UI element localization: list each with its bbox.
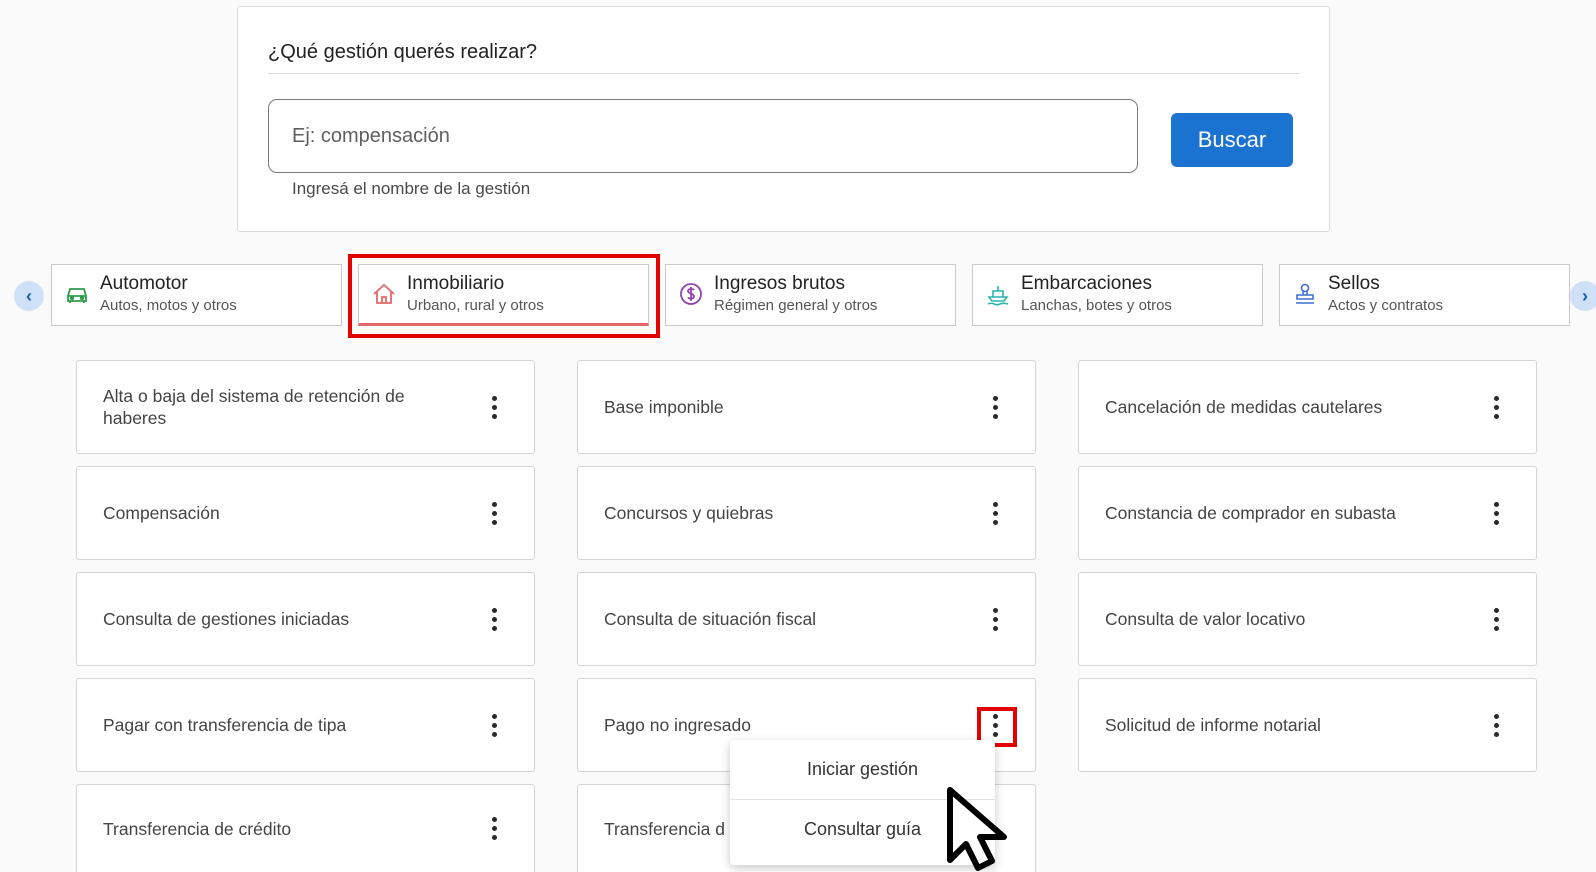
more-options-button[interactable] — [484, 392, 504, 422]
category-label: Sellos — [1328, 273, 1380, 294]
category-tab-automotor[interactable]: Automotor Autos, motos y otros — [51, 264, 342, 326]
more-options-button[interactable] — [1486, 710, 1506, 740]
gestion-card[interactable]: Concursos y quiebras — [577, 466, 1036, 560]
gestion-label: Concursos y quiebras — [604, 503, 774, 523]
more-options-button[interactable] — [985, 392, 1005, 422]
gestion-card[interactable]: Consulta de valor locativo — [1078, 572, 1537, 666]
gestion-label: Solicitud de informe notarial — [1105, 715, 1321, 735]
gestion-card[interactable]: Consulta de gestiones iniciadas — [76, 572, 535, 666]
house-icon — [373, 283, 395, 304]
category-subtitle: Actos y contratos — [1328, 297, 1444, 314]
search-input[interactable] — [268, 99, 1138, 173]
gestion-label: Consulta de situación fiscal — [604, 609, 817, 629]
more-options-button[interactable] — [484, 604, 504, 634]
gestion-card[interactable]: Compensación — [76, 466, 535, 560]
gestion-card[interactable]: Alta o baja del sistema de retención de … — [76, 360, 535, 454]
gestion-card[interactable]: Transferencia de crédito — [76, 784, 535, 872]
gestion-label: Base imponible — [604, 397, 724, 417]
gestion-label: Constancia de comprador en subasta — [1105, 503, 1396, 523]
category-tab-embarcaciones[interactable]: Embarcaciones Lanchas, botes y otros — [972, 264, 1263, 326]
more-options-button[interactable] — [1486, 604, 1506, 634]
gestion-card[interactable]: Consulta de situación fiscal — [577, 572, 1036, 666]
gestion-label: Pago no ingresado — [604, 715, 751, 735]
carousel-prev-button[interactable]: ‹ — [14, 281, 44, 311]
search-title: ¿Qué gestión querés realizar? — [268, 41, 1299, 74]
gestion-card[interactable]: Constancia de comprador en subasta — [1078, 466, 1537, 560]
category-label: Embarcaciones — [1021, 273, 1152, 294]
more-options-button[interactable] — [1486, 498, 1506, 528]
dollar-coin-icon — [680, 283, 702, 305]
category-subtitle: Régimen general y otros — [714, 297, 878, 314]
stamp-icon — [1296, 283, 1314, 304]
gestion-card[interactable]: Pagar con transferencia de tipa — [76, 678, 535, 772]
search-panel: ¿Qué gestión querés realizar? Ingresá el… — [237, 6, 1330, 232]
gestion-label: Pagar con transferencia de tipa — [103, 715, 347, 735]
more-options-button[interactable] — [484, 710, 504, 740]
category-label: Ingresos brutos — [714, 273, 845, 294]
gestion-label: Cancelación de medidas cautelares — [1105, 397, 1383, 417]
category-tab-inmobiliario[interactable]: Inmobiliario Urbano, rural y otros — [358, 264, 649, 326]
carousel-next-button[interactable]: › — [1570, 281, 1596, 311]
more-options-button[interactable] — [484, 814, 504, 844]
more-options-button[interactable] — [985, 710, 1005, 740]
category-label: Inmobiliario — [407, 273, 505, 294]
mouse-cursor-icon — [947, 787, 1007, 871]
chevron-left-icon: ‹ — [26, 285, 32, 306]
category-subtitle: Lanchas, botes y otros — [1021, 297, 1172, 314]
chevron-right-icon: › — [1582, 285, 1588, 306]
category-tab-ingresos-brutos[interactable]: Ingresos brutos Régimen general y otros — [665, 264, 956, 326]
gestion-label: Consulta de valor locativo — [1105, 609, 1306, 629]
car-icon — [67, 288, 87, 303]
category-label: Automotor — [100, 273, 188, 294]
search-button[interactable]: Buscar — [1171, 113, 1293, 167]
gestion-label: Compensación — [103, 503, 220, 523]
more-options-button[interactable] — [985, 498, 1005, 528]
category-subtitle: Autos, motos y otros — [100, 297, 237, 314]
gestion-card[interactable]: Solicitud de informe notarial — [1078, 678, 1537, 772]
more-options-button[interactable] — [985, 604, 1005, 634]
gestion-label: Transferencia de crédito — [103, 818, 292, 839]
more-options-button[interactable] — [1486, 392, 1506, 422]
category-subtitle: Urbano, rural y otros — [407, 297, 544, 314]
gestion-label: Alta o baja del sistema de retención de … — [103, 386, 405, 428]
boat-icon — [987, 286, 1009, 306]
gestion-label: Consulta de gestiones iniciadas — [103, 609, 350, 629]
category-tab-sellos[interactable]: Sellos Actos y contratos — [1279, 264, 1570, 326]
gestion-card[interactable]: Base imponible — [577, 360, 1036, 454]
gestion-card[interactable]: Cancelación de medidas cautelares — [1078, 360, 1537, 454]
search-hint: Ingresá el nombre de la gestión — [292, 179, 531, 198]
more-options-button[interactable] — [484, 498, 504, 528]
